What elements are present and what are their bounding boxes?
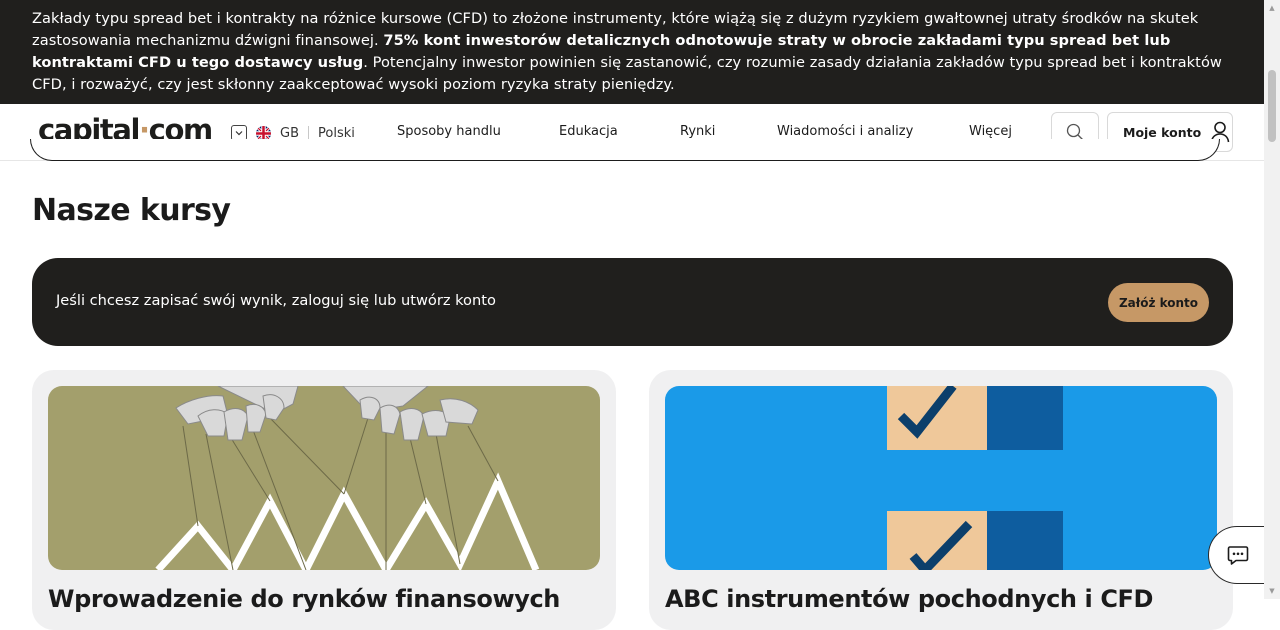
scrollbar-thumb[interactable] — [1268, 70, 1276, 142]
my-account-label: Moje konto — [1123, 124, 1202, 140]
chat-button[interactable] — [1208, 526, 1266, 584]
course-card[interactable]: Wprowadzenie do rynków finansowych — [32, 370, 616, 630]
login-prompt-text: Jeśli chcesz zapisać swój wynik, zaloguj… — [56, 292, 496, 309]
course-title[interactable]: Wprowadzenie do rynków finansowych — [48, 585, 560, 613]
nav-wiadomosci[interactable]: Wiadomości i analizy — [777, 124, 913, 139]
create-account-button[interactable]: Załóż konto — [1108, 283, 1209, 322]
scroll-down-arrow-icon[interactable]: ▼ — [1264, 583, 1280, 599]
vertical-scrollbar[interactable]: ▲ ▼ — [1264, 0, 1280, 599]
nav-rynki[interactable]: Rynki — [680, 124, 715, 139]
scroll-up-arrow-icon[interactable]: ▲ — [1264, 0, 1280, 16]
chat-icon — [1227, 546, 1248, 565]
previous-section-edge — [30, 139, 1220, 161]
course-card[interactable]: ABC instrumentów pochodnych i CFD — [649, 370, 1233, 630]
nav-sposoby-handlu[interactable]: Sposoby handlu — [397, 124, 501, 139]
login-prompt-bar: Jeśli chcesz zapisać swój wynik, zaloguj… — [32, 258, 1233, 346]
course-title[interactable]: ABC instrumentów pochodnych i CFD — [665, 585, 1153, 613]
course-image-puppet-hands — [48, 386, 600, 570]
risk-warning-banner: Zakłady typu spread bet i kontrakty na r… — [0, 0, 1280, 104]
page-title: Nasze kursy — [32, 193, 231, 228]
nav-wiecej[interactable]: Więcej — [969, 124, 1012, 139]
nav-edukacja[interactable]: Edukacja — [559, 124, 618, 139]
course-image-checkboxes — [665, 386, 1217, 570]
